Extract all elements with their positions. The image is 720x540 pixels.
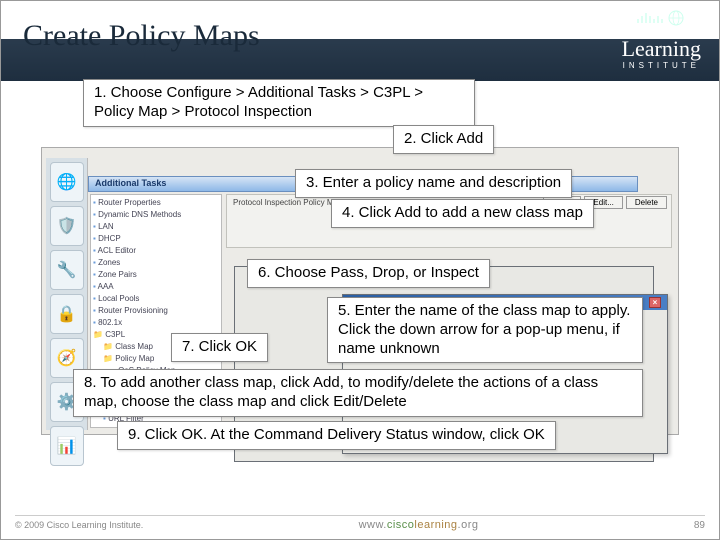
sidebar-icon[interactable]: 🔧 bbox=[50, 250, 84, 290]
footer: © 2009 Cisco Learning Institute. www.cis… bbox=[15, 519, 705, 531]
step-7: 7. Click OK bbox=[171, 333, 268, 362]
tree-item[interactable]: 802.1x bbox=[93, 317, 219, 329]
delete-button[interactable]: Delete bbox=[626, 196, 667, 209]
content-area: 🌐🛡️🔧🔒🧭⚙️📊 Additional Tasks Router Proper… bbox=[41, 83, 679, 507]
step-1: 1. Choose Configure > Additional Tasks >… bbox=[83, 79, 475, 127]
header: Create Policy Maps CISCO Learning INSTIT… bbox=[1, 1, 719, 81]
step-5: 5. Enter the name of the class map to ap… bbox=[327, 297, 643, 363]
tree-item[interactable]: Dynamic DNS Methods bbox=[93, 209, 219, 221]
sidebar-icon[interactable]: 🛡️ bbox=[50, 206, 84, 246]
copyright: © 2009 Cisco Learning Institute. bbox=[15, 520, 143, 530]
step-8: 8. To add another class map, click Add, … bbox=[73, 369, 643, 417]
step-9: 9. Click OK. At the Command Delivery Sta… bbox=[117, 421, 556, 450]
step-6: 6. Choose Pass, Drop, or Inspect bbox=[247, 259, 490, 288]
footer-url: www.ciscolearning.org bbox=[359, 519, 479, 531]
tree-item[interactable]: DHCP bbox=[93, 233, 219, 245]
page-number: 89 bbox=[694, 520, 705, 531]
tree-item[interactable]: LAN bbox=[93, 221, 219, 233]
sidebar-icon[interactable]: 📊 bbox=[50, 426, 84, 466]
tree-item[interactable]: AAA bbox=[93, 281, 219, 293]
page-title: Create Policy Maps bbox=[23, 19, 260, 53]
sidebar-icon[interactable]: 🔒 bbox=[50, 294, 84, 334]
step-4: 4. Click Add to add a new class map bbox=[331, 199, 594, 228]
tree-item[interactable]: Zone Pairs bbox=[93, 269, 219, 281]
panel-label: Protocol Inspection Policy Maps bbox=[233, 198, 346, 207]
step-2: 2. Click Add bbox=[393, 125, 494, 154]
sidebar-icon[interactable]: 🌐 bbox=[50, 162, 84, 202]
logo-brand: CISCO bbox=[622, 27, 701, 37]
tree-item[interactable]: ACL Editor bbox=[93, 245, 219, 257]
close-icon[interactable]: × bbox=[649, 297, 661, 308]
tree-item[interactable]: Router Provisioning bbox=[93, 305, 219, 317]
tree-item[interactable]: Local Pools bbox=[93, 293, 219, 305]
step-3: 3. Enter a policy name and description bbox=[295, 169, 572, 198]
logo-institute: INSTITUTE bbox=[622, 61, 701, 70]
tree-item[interactable]: Zones bbox=[93, 257, 219, 269]
tree-item[interactable]: Router Properties bbox=[93, 197, 219, 209]
globe-icon bbox=[636, 9, 686, 27]
logo-learning: Learning bbox=[622, 39, 701, 59]
cisco-logo: CISCO Learning INSTITUTE bbox=[622, 9, 701, 70]
